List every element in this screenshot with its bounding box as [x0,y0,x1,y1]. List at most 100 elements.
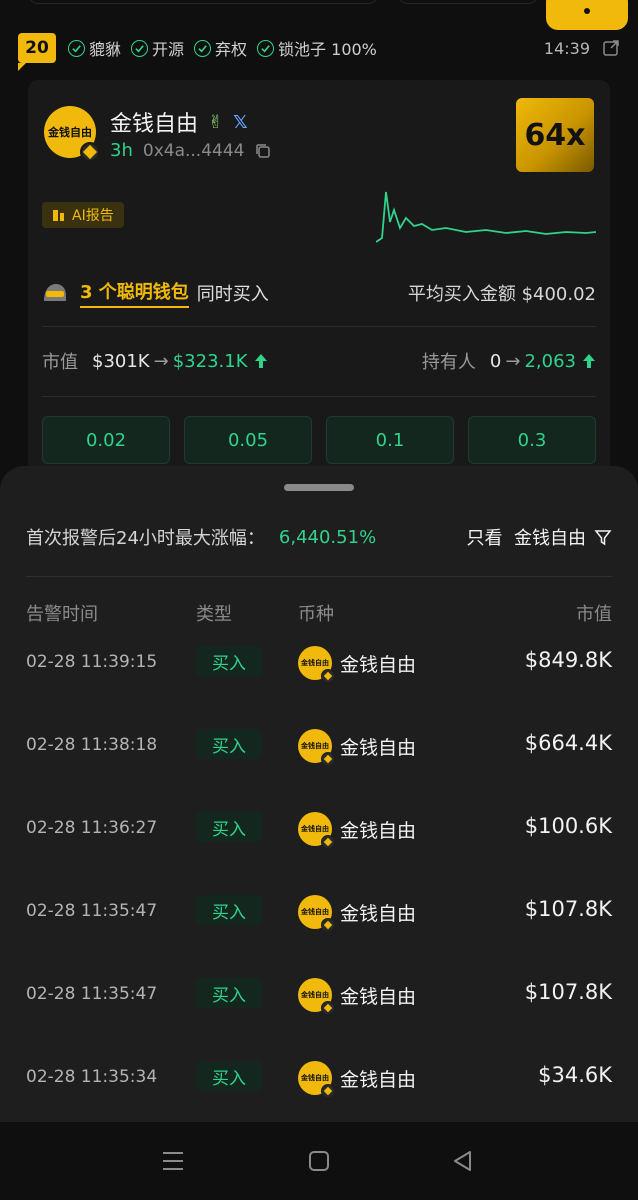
alert-header: 20 貔貅 开源 弃权 锁池子 100% 14:39 [18,32,620,71]
amount-button[interactable]: 0.02 [42,416,170,464]
tag-item: 锁池子 100% [257,36,377,60]
avg-buy-label: 平均买入金额 [407,284,516,305]
system-nav-bar [0,1122,638,1200]
coin-avatar: 金钱自由 [298,729,335,766]
avatar-text: 金钱自由 [301,742,329,750]
tag-label: 锁池子 100% [278,40,377,59]
sheet-header: 首次报警后24小时最大涨幅： 6,440.51% 只看 金钱自由 [26,522,612,552]
coin-name: 金钱自由 [340,819,417,842]
avatar-text: 金钱自由 [301,908,329,916]
menu-icon[interactable] [160,1148,186,1174]
filter-label: 只看 金钱自由 [466,528,586,549]
chain-icon [321,918,335,932]
check-icon [257,39,275,57]
chain-icon [321,1001,335,1015]
row-type-badge: 买入 [196,978,262,1008]
row-coin: 金钱自由 金钱自由 [298,978,417,1015]
up-arrow-icon [254,354,267,368]
market-stats-row: 市值 $301K → $323.1K 持有人 0 → 2,063 [42,348,596,374]
previous-card-edge [28,0,378,4]
sheet-drag-handle[interactable] [284,484,354,491]
previous-card-edge-right [398,0,538,4]
row-coin: 金钱自由 金钱自由 [298,646,417,683]
coin-name: 金钱自由 [340,902,417,925]
token-meta: 3h 0x4a...4444 [110,140,272,161]
market-cap-from: $301K [92,350,150,372]
table-row[interactable]: 02-28 11:38:18 买入 金钱自由 金钱自由 $664.4K [26,729,612,812]
row-market-cap: $849.8K [524,648,612,672]
header-market-cap: 市值 [576,604,612,625]
chain-icon [321,669,335,683]
chain-icon [321,752,335,766]
security-tags: 貔貅 开源 弃权 锁池子 100% [68,36,377,60]
coin-avatar: 金钱自由 [298,895,335,932]
holders-stat: 持有人 0 → 2,063 [422,348,596,374]
row-market-cap: $107.8K [524,980,612,1004]
check-icon [131,39,149,57]
row-type-badge: 买入 [196,812,262,842]
alert-time: 14:39 [543,38,590,58]
row-type-badge: 买入 [196,895,262,925]
amount-button[interactable]: 0.3 [468,416,596,464]
market-cap-label: 市值 [42,352,78,373]
row-time: 02-28 11:39:15 [26,652,158,672]
coin-avatar: 金钱自由 [298,646,335,683]
tag-item: 弃权 [194,36,247,60]
row-type-badge: 买入 [196,646,262,676]
home-icon[interactable] [306,1148,332,1174]
up-arrow-icon [583,354,595,368]
max-gain-value: 6,440.51% [278,526,377,548]
table-row[interactable]: 02-28 11:36:27 买入 金钱自由 金钱自由 $100.6K [26,812,612,895]
amount-button[interactable]: 0.05 [184,416,312,464]
copy-icon[interactable] [254,142,272,160]
check-icon [68,39,85,57]
floating-action-button[interactable] [546,0,628,30]
helmet-icon [44,284,66,301]
holders-to: 2,063 [524,350,576,372]
filter-icon [594,530,612,546]
row-time: 02-28 11:35:47 [26,984,158,1004]
coin-name: 金钱自由 [340,985,417,1008]
coin-name: 金钱自由 [340,1068,417,1091]
token-avatar: 金钱自由 [44,106,100,162]
right-arrow-icon: → [153,350,169,372]
check-icon [194,39,212,57]
token-title: 金钱自由 ✌ 𝕏 [110,106,248,138]
x-icon[interactable]: 𝕏 [233,112,248,133]
row-coin: 金钱自由 金钱自由 [298,1061,417,1098]
token-address: 0x4a...4444 [142,140,245,161]
row-time: 02-28 11:35:34 [26,1067,158,1087]
hand-icon[interactable]: ✌ [208,112,223,133]
back-icon[interactable] [450,1148,476,1174]
avg-buy-value: $400.02 [521,284,596,305]
coin-avatar: 金钱自由 [298,978,335,1015]
table-row[interactable]: 02-28 11:35:47 买入 金钱自由 金钱自由 $107.8K [26,895,612,978]
tag-label: 开源 [152,40,185,59]
table-row[interactable]: 02-28 11:39:15 买入 金钱自由 金钱自由 $849.8K [26,646,612,729]
divider [26,576,612,577]
token-age: 3h [110,140,133,161]
ai-report-icon [53,210,64,221]
coin-name: 金钱自由 [340,653,417,676]
token-card[interactable]: 金钱自由 金钱自由 ✌ 𝕏 3h 0x4a...4444 64x AI报告 3 … [28,80,610,480]
filter-button[interactable]: 只看 金钱自由 [467,524,612,550]
token-name: 金钱自由 [110,112,199,137]
header-coin: 币种 [298,604,334,625]
coin-name: 金钱自由 [340,736,417,759]
avatar-text: 金钱自由 [301,991,329,999]
max-gain-label: 首次报警后24小时最大涨幅： [26,528,265,549]
row-time: 02-28 11:38:18 [26,735,158,755]
avatar-text: 金钱自由 [48,126,92,139]
external-link-icon[interactable] [602,39,620,57]
smart-wallet-count[interactable]: 3 个聪明钱包 [80,278,189,308]
smart-wallet-suffix: 同时买入 [196,284,269,305]
row-market-cap: $664.4K [524,731,612,755]
table-row[interactable]: 02-28 11:35:47 买入 金钱自由 金钱自由 $107.8K [26,978,612,1061]
row-time: 02-28 11:35:47 [26,901,158,921]
amount-button[interactable]: 0.1 [326,416,454,464]
row-type-badge: 买入 [196,1061,262,1091]
tag-label: 貔貅 [89,40,122,59]
header-type: 类型 [196,604,232,625]
tag-item: 开源 [131,36,184,60]
ai-report-button[interactable]: AI报告 [42,202,124,228]
